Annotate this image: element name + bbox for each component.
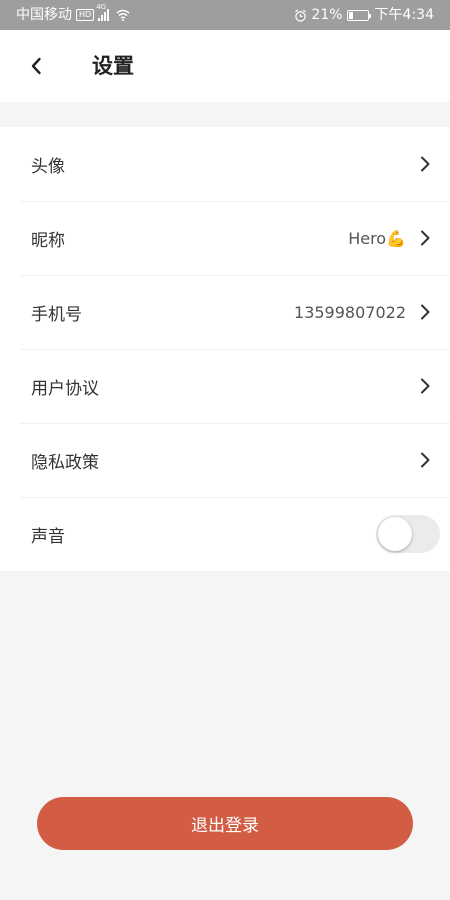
status-time: 下午4:34 [374, 7, 434, 23]
settings-item-label: 隐私政策 [31, 452, 99, 473]
back-button[interactable] [22, 52, 50, 80]
hd-badge: HD [76, 9, 95, 21]
settings-item-nickname[interactable]: 昵称 Hero💪 [0, 201, 450, 275]
page-title: 设置 [92, 54, 134, 78]
chevron-right-icon [421, 452, 430, 468]
nickname-value: Hero💪 [348, 228, 406, 248]
status-bar-right: 21% 下午4:34 [294, 0, 434, 30]
chevron-right-icon [421, 156, 430, 172]
settings-item-user-agreement[interactable]: 用户协议 [0, 349, 450, 423]
toggle-knob [378, 517, 412, 551]
settings-list: 头像 昵称 Hero💪 手机号 13599807022 用户协议 隐私政策 声音 [0, 127, 450, 571]
settings-item-label: 手机号 [31, 304, 82, 325]
settings-item-sound: 声音 [0, 497, 450, 571]
carrier-name: 中国移动 [16, 7, 72, 23]
sound-toggle[interactable] [376, 515, 440, 553]
settings-item-phone[interactable]: 手机号 13599807022 [0, 275, 450, 349]
status-bar-left: 中国移动 HD 4G [16, 0, 130, 30]
status-bar: 中国移动 HD 4G 21% 下午4:34 [0, 0, 450, 30]
battery-percent: 21% [311, 7, 343, 23]
network-type: 4G [96, 3, 107, 11]
phone-value: 13599807022 [294, 302, 406, 322]
settings-item-avatar[interactable]: 头像 [0, 127, 450, 201]
settings-item-label: 昵称 [31, 230, 65, 251]
wifi-icon [116, 9, 130, 21]
settings-item-label: 声音 [31, 526, 65, 547]
settings-item-label: 用户协议 [31, 378, 99, 399]
signal-icon: 4G [96, 3, 110, 21]
chevron-right-icon [421, 378, 430, 394]
battery-icon [346, 9, 371, 21]
battery-fill [348, 11, 353, 19]
logout-button[interactable]: 退出登录 [37, 797, 413, 850]
chevron-left-icon [31, 57, 41, 75]
chevron-right-icon [421, 304, 430, 320]
alarm-clock-icon [295, 8, 307, 22]
chevron-right-icon [421, 230, 430, 246]
settings-item-label: 头像 [31, 156, 65, 177]
nav-bar: 设置 [0, 30, 450, 102]
settings-item-privacy-policy[interactable]: 隐私政策 [0, 423, 450, 497]
